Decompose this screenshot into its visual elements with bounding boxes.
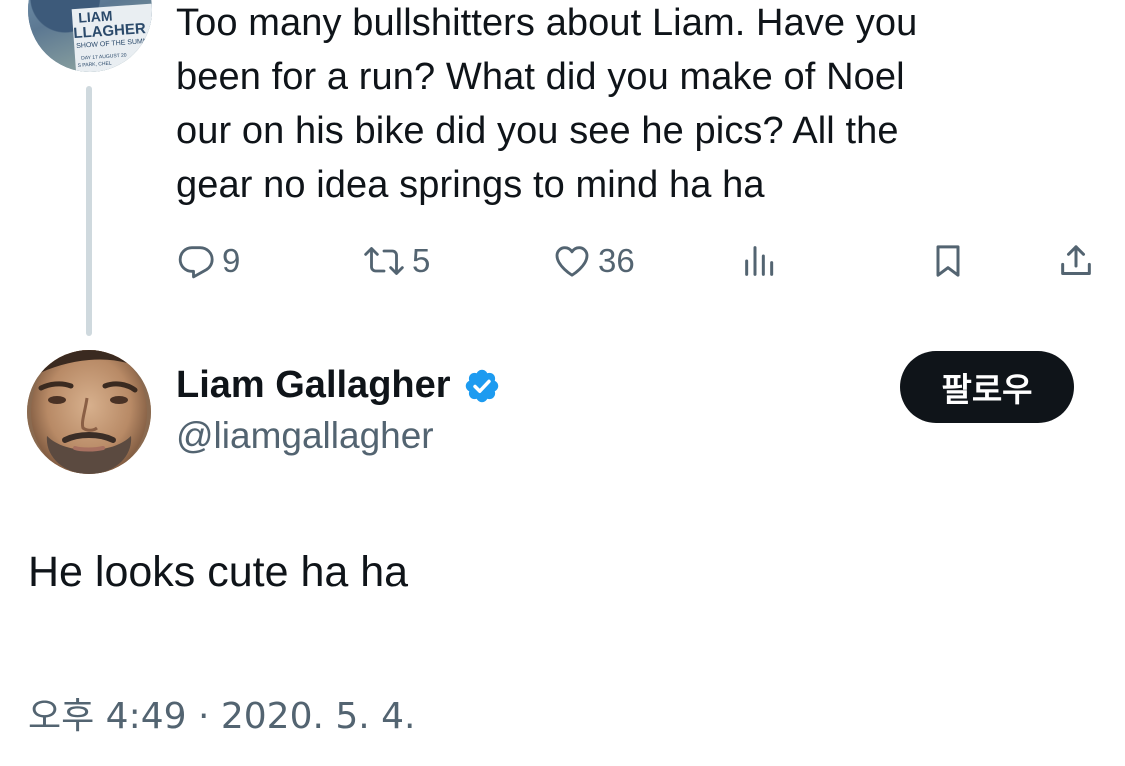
like-button[interactable]: 36 (552, 236, 635, 286)
main-tweet-text: He looks cute ha ha (28, 548, 409, 596)
views-button[interactable] (740, 236, 780, 286)
parent-tweet-line-3: our on his bike did you see he pics? All… (176, 110, 899, 152)
avatar-poster: LIAM LLAGHER SHOW OF THE SUMMER DAY 17 A… (71, 2, 152, 72)
parent-tweet-line-4: gear no idea springs to mind ha ha (176, 164, 765, 206)
retweet-button[interactable]: 5 (362, 236, 430, 286)
parent-tweet-action-bar: 9 5 36 (0, 236, 1125, 286)
poster-text-5: S PARK, CHEL (77, 60, 112, 69)
author-name-row[interactable]: Liam Gallagher (176, 364, 501, 407)
follow-button[interactable]: 팔로우 (900, 351, 1074, 423)
thread-connector-line (86, 86, 92, 336)
share-button[interactable] (1056, 236, 1096, 286)
bookmark-icon (936, 245, 960, 277)
retweet-icon (364, 247, 404, 275)
reply-button[interactable]: 9 (176, 236, 240, 286)
parent-tweet-line-2: been for a run? What did you make of Noe… (176, 56, 905, 98)
reply-count: 9 (222, 242, 241, 279)
parent-tweet-text: Too many bullshitters about Liam. Have y… (176, 0, 1076, 212)
share-icon (1061, 245, 1091, 275)
reply-icon (178, 246, 214, 279)
parent-tweet-avatar[interactable]: LIAM LLAGHER SHOW OF THE SUMMER DAY 17 A… (28, 0, 152, 72)
retweet-count: 5 (412, 242, 431, 279)
author-photo (27, 350, 151, 474)
author-avatar[interactable] (27, 350, 151, 474)
bookmark-button[interactable] (928, 236, 968, 286)
verified-badge-icon (465, 369, 498, 402)
author-handle[interactable]: @liamgallagher (176, 415, 434, 457)
tweet-timestamp[interactable]: 오후 4:49 · 2020. 5. 4. (28, 687, 416, 739)
parent-tweet-line-1: Too many bullshitters about Liam. Have y… (176, 2, 918, 44)
like-count: 36 (598, 242, 635, 279)
analytics-icon (745, 246, 774, 276)
author-display-name[interactable]: Liam Gallagher (176, 364, 451, 407)
heart-icon (555, 246, 589, 277)
